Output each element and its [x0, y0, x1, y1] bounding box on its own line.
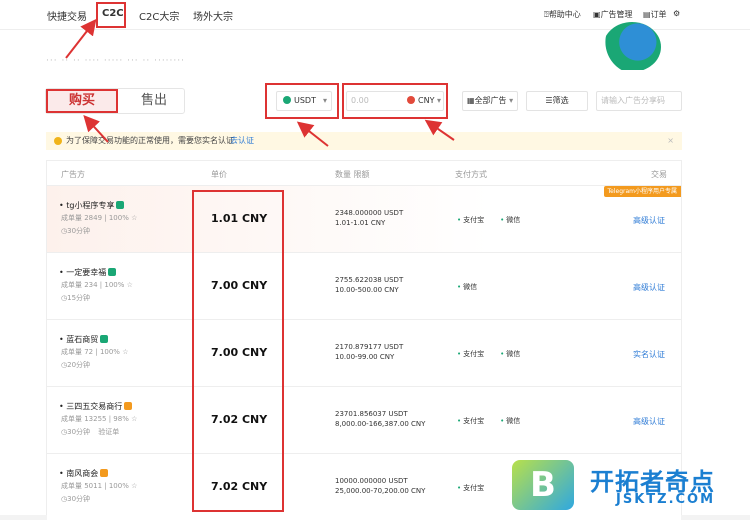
- filter-icon: ☰: [545, 96, 553, 105]
- payment-methods: 支付宝微信: [457, 349, 536, 359]
- col-payment: 支付方式: [455, 170, 487, 179]
- advertiser-name[interactable]: • 南风商会: [59, 468, 109, 479]
- col-qty-limit: 数量 限额: [335, 170, 370, 179]
- verification-notice: 为了保障交易功能的正常使用，需要您实名认证 去认证 ×: [46, 132, 682, 150]
- hero-text: ··· ·· ·· ···· ····· ··· ·· ········: [46, 56, 185, 66]
- filter-button[interactable]: ☰筛选: [526, 91, 588, 111]
- action-link[interactable]: 高级认证: [633, 282, 665, 293]
- payment-methods: 支付宝微信: [457, 215, 536, 225]
- payment-methods: 支付宝微信: [457, 416, 536, 426]
- tab-c2c-bulk[interactable]: C2C大宗: [139, 8, 179, 23]
- table-row: • 蓝石商贸 成单量 72 | 100% ☆ ◷20分钟 7.00 CNY 21…: [47, 319, 681, 386]
- tab-quick-trade[interactable]: 快捷交易: [47, 8, 87, 23]
- ad-icon: ▣: [593, 10, 601, 19]
- verified-icon: [108, 268, 117, 276]
- orders-icon: ▤: [643, 10, 651, 19]
- pay-time: ◷15分钟: [61, 294, 91, 302]
- table-header: 广告方 单价 数量 限额 支付方式 交易: [47, 161, 681, 185]
- warning-icon: [54, 137, 62, 145]
- payment-methods: 微信: [457, 282, 493, 292]
- annotation-box-coin: [265, 83, 339, 119]
- advertiser-name[interactable]: • 蓝石商贸: [59, 334, 109, 345]
- hero-illustration: [603, 22, 661, 72]
- verified-icon: [116, 201, 125, 209]
- help-center-link[interactable]: ⍰帮助中心: [544, 9, 581, 20]
- star-icon[interactable]: ☆: [131, 415, 137, 423]
- pay-time: ◷20分钟: [61, 361, 91, 369]
- watermark-b-icon: B: [512, 460, 574, 510]
- star-icon[interactable]: ☆: [127, 281, 133, 289]
- order-stats: 成单量 234 | 100% ☆: [61, 281, 133, 289]
- col-trade: 交易: [651, 170, 667, 179]
- payment-methods: 支付宝: [457, 483, 500, 493]
- table-row: • 三四五交易商行 成单量 13255 | 98% ☆ ◷30分钟 验证单 7.…: [47, 386, 681, 453]
- annotation-box-fiat: [342, 83, 448, 119]
- qty-limit: 2170.879177 USDT 10.00-99.00 CNY: [335, 343, 404, 361]
- order-stats: 成单量 72 | 100% ☆: [61, 348, 129, 356]
- ad-manage-link[interactable]: ▣广告管理: [593, 9, 633, 20]
- action-link[interactable]: 高级认证: [633, 215, 665, 226]
- verify-link[interactable]: 去认证: [230, 132, 254, 150]
- hero-banner: ··· ·· ·· ···· ····· ··· ·· ········: [0, 22, 750, 72]
- share-code-search-input[interactable]: 请输入广告分享码: [596, 91, 682, 111]
- advertiser-name[interactable]: • 一定要幸福: [59, 267, 117, 278]
- merchant-icon: [100, 469, 109, 477]
- settings-icon[interactable]: ⚙: [673, 9, 680, 18]
- chevron-down-icon: ▾: [509, 96, 514, 105]
- tab-otc-bulk[interactable]: 场外大宗: [193, 8, 233, 23]
- pay-time: ◷30分钟: [61, 495, 91, 503]
- qty-limit: 23701.856037 USDT 8,000.00-166,387.00 CNY: [335, 410, 426, 428]
- merchant-icon: [124, 402, 133, 410]
- col-advertiser: 广告方: [61, 170, 85, 179]
- advertiser-name[interactable]: • tg小程序专享: [59, 200, 125, 211]
- verified-icon: [100, 335, 109, 343]
- order-stats: 成单量 2849 | 100% ☆: [61, 214, 138, 222]
- pay-time: ◷30分钟: [61, 227, 91, 235]
- watermark-url: JSKTZ.COM: [616, 492, 716, 507]
- advertiser-name[interactable]: • 三四五交易商行: [59, 401, 133, 412]
- notice-text: 为了保障交易功能的正常使用，需要您实名认证: [66, 136, 234, 145]
- table-row: Telegram小程序用户专属 • tg小程序专享 成单量 2849 | 100…: [47, 185, 681, 252]
- annotation-box-c2c: [96, 2, 126, 28]
- table-row: • 一定要幸福 成单量 234 | 100% ☆ ◷15分钟 7.00 CNY …: [47, 252, 681, 319]
- sell-tab[interactable]: 售出: [124, 89, 184, 113]
- qty-limit: 10000.000000 USDT 25,000.00-70,200.00 CNY: [335, 477, 426, 495]
- qty-limit: 2755.622038 USDT 10.00-500.00 CNY: [335, 276, 404, 294]
- buy-sell-toggle: 购买 售出: [45, 88, 185, 114]
- watermark-logo: B 开拓者奇点 JSKTZ.COM: [508, 458, 750, 515]
- star-icon[interactable]: ☆: [131, 214, 137, 222]
- action-link[interactable]: 实名认证: [633, 349, 665, 360]
- grid-icon: ▦: [467, 96, 475, 105]
- orders-link[interactable]: ▤订单: [643, 9, 667, 20]
- action-link[interactable]: 高级认证: [633, 416, 665, 427]
- order-stats: 成单量 5011 | 100% ☆: [61, 482, 138, 490]
- annotation-box-price: [192, 190, 284, 512]
- telegram-badge: Telegram小程序用户专属: [603, 186, 681, 197]
- star-icon[interactable]: ☆: [122, 348, 128, 356]
- qty-limit: 2348.000000 USDT 1.01-1.01 CNY: [335, 209, 404, 227]
- col-price: 单价: [211, 170, 227, 179]
- order-stats: 成单量 13255 | 98% ☆: [61, 415, 138, 423]
- pay-time: ◷30分钟 验证单: [61, 428, 120, 436]
- buy-tab[interactable]: 购买: [46, 89, 118, 113]
- star-icon[interactable]: ☆: [131, 482, 137, 490]
- close-icon[interactable]: ×: [667, 132, 674, 150]
- ad-type-select[interactable]: ▦全部广告 ▾: [462, 91, 518, 111]
